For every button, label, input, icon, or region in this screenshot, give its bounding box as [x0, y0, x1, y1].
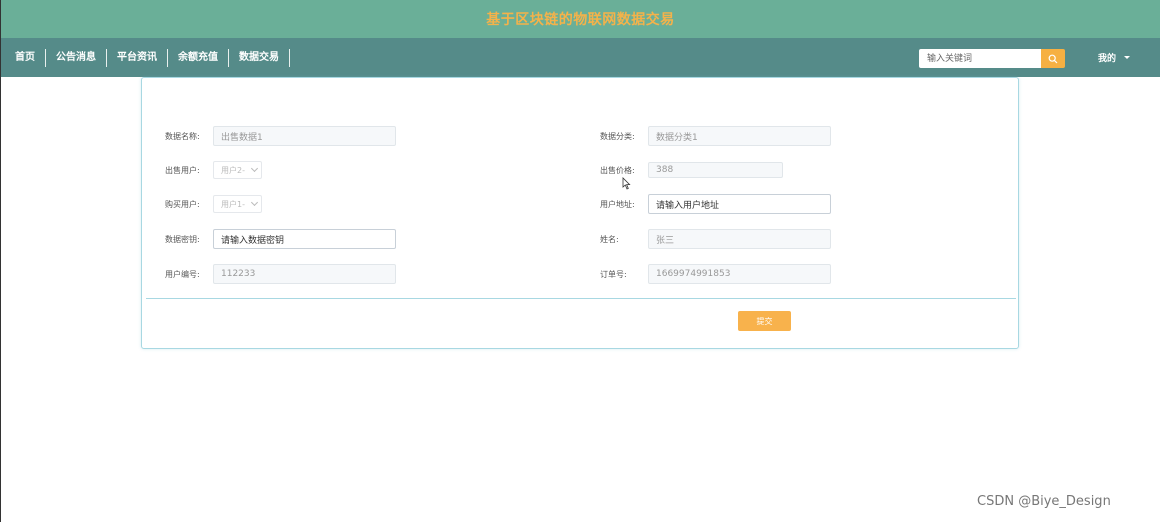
row-order-no: 订单号: 1669974991853 — [600, 264, 831, 284]
user-menu-label: 我的 — [1098, 54, 1117, 64]
row-data-name: 数据名称: 出售数据1 — [165, 126, 396, 146]
data-key-input[interactable]: 请输入数据密钥 — [213, 229, 396, 249]
label-user-id: 用户编号: — [165, 269, 200, 279]
order-form-card: 数据名称: 出售数据1 数据分类: 数据分类1 出售用户: 用户2- 出售价格:… — [141, 77, 1019, 349]
chevron-down-icon — [250, 198, 259, 207]
row-seller: 出售用户: 用户2- — [165, 160, 262, 180]
nav-item-announcements[interactable]: 公告消息 — [46, 48, 107, 67]
row-buyer: 购买用户: 用户1- — [165, 194, 262, 214]
label-data-name: 数据名称: — [165, 131, 200, 141]
label-order-no: 订单号: — [600, 269, 627, 279]
search-box — [919, 49, 1065, 68]
nav-item-recharge[interactable]: 余额充值 — [168, 48, 229, 67]
page: 基于区块链的物联网数据交易 首页 公告消息 平台资讯 余额充值 数据交易 我的 … — [0, 0, 1160, 522]
seller-select-value: 用户2- — [221, 165, 245, 175]
label-buyer: 购买用户: — [165, 199, 200, 209]
row-data-category: 数据分类: 数据分类1 — [600, 126, 831, 146]
search-input[interactable] — [919, 49, 1041, 68]
row-user-address: 用户地址: 请输入用户地址 — [600, 194, 831, 214]
user-id-field[interactable]: 112233 — [213, 264, 396, 284]
seller-select[interactable]: 用户2- — [213, 161, 262, 179]
sale-price-field[interactable]: 388 — [648, 162, 783, 178]
buyer-select[interactable]: 用户1- — [213, 195, 262, 213]
buyer-select-value: 用户1- — [221, 199, 245, 209]
form-divider — [146, 298, 1016, 299]
label-data-key: 数据密钥: — [165, 234, 200, 244]
label-seller: 出售用户: — [165, 165, 200, 175]
site-title: 基于区块链的物联网数据交易 — [486, 12, 675, 28]
label-name: 姓名: — [600, 234, 619, 244]
row-data-key: 数据密钥: 请输入数据密钥 — [165, 229, 396, 249]
row-name: 姓名: 张三 — [600, 229, 831, 249]
mouse-cursor-icon — [622, 177, 631, 190]
row-user-id: 用户编号: 112233 — [165, 264, 396, 284]
nav-item-home[interactable]: 首页 — [1, 48, 46, 67]
search-icon — [1048, 54, 1058, 63]
caret-down-icon — [1124, 56, 1131, 59]
submit-button[interactable]: 提交 — [738, 311, 791, 331]
watermark: CSDN @Biye_Design — [977, 494, 1111, 509]
user-menu[interactable]: 我的 — [1098, 51, 1131, 64]
name-field[interactable]: 张三 — [648, 229, 831, 249]
user-address-input[interactable]: 请输入用户地址 — [648, 194, 831, 214]
label-sale-price: 出售价格: — [600, 165, 635, 175]
data-category-field[interactable]: 数据分类1 — [648, 126, 831, 146]
nav-item-news[interactable]: 平台资讯 — [107, 48, 168, 67]
order-no-field[interactable]: 1669974991853 — [648, 264, 831, 284]
label-user-address: 用户地址: — [600, 199, 635, 209]
navbar: 首页 公告消息 平台资讯 余额充值 数据交易 我的 — [1, 38, 1160, 77]
data-name-field[interactable]: 出售数据1 — [213, 126, 396, 146]
nav-item-data-trade[interactable]: 数据交易 — [229, 48, 290, 67]
chevron-down-icon — [250, 164, 259, 173]
search-button[interactable] — [1041, 49, 1065, 68]
site-banner: 基于区块链的物联网数据交易 — [1, 0, 1160, 38]
label-data-category: 数据分类: — [600, 131, 635, 141]
